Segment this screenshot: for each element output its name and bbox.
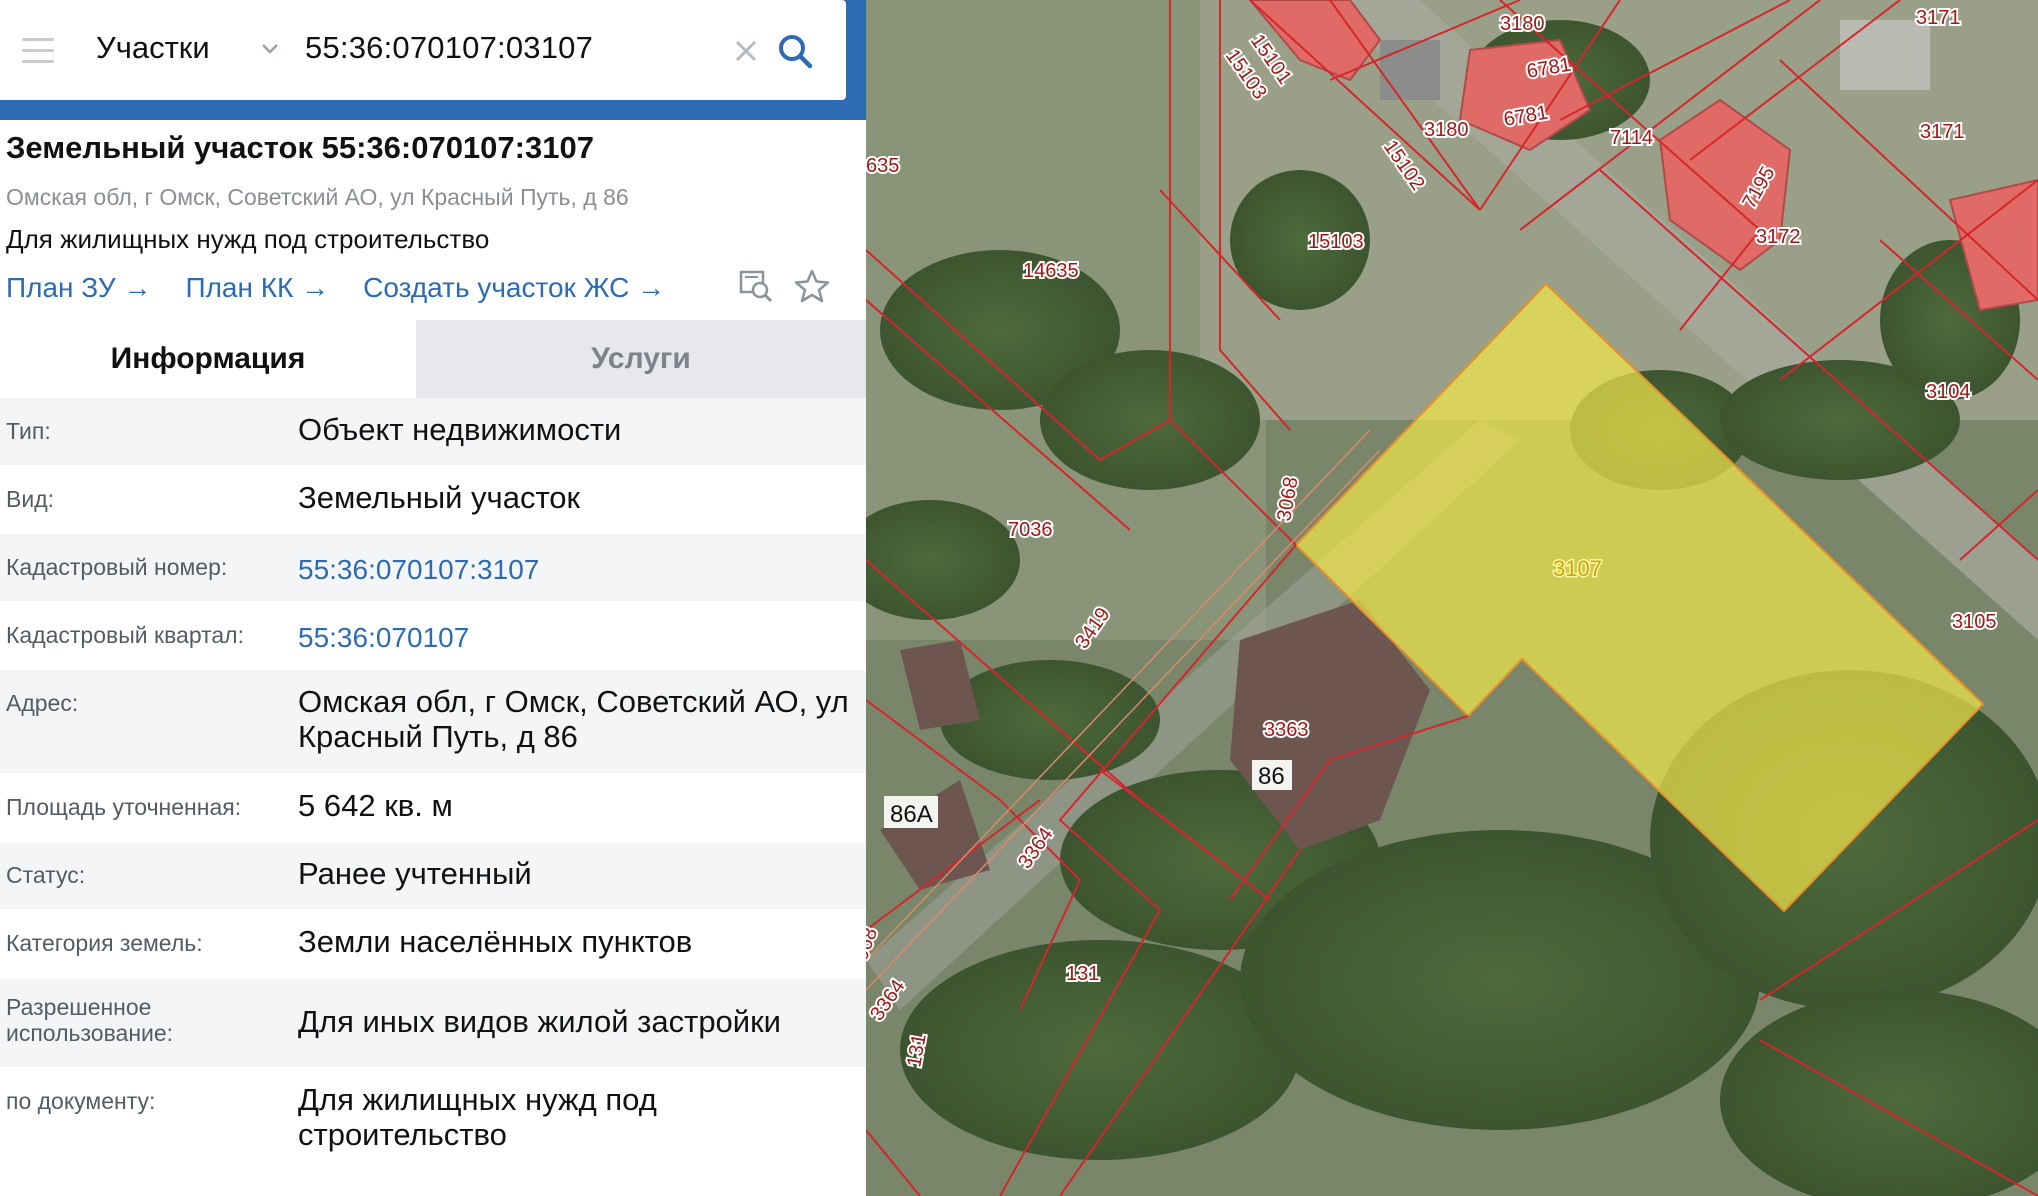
table-row: Статус: Ранее учтенный (0, 842, 866, 910)
star-icon[interactable] (794, 268, 830, 304)
menu-icon[interactable] (22, 38, 54, 64)
tab-info[interactable]: Информация (0, 320, 416, 398)
table-row: Вид: Земельный участок (0, 466, 866, 534)
search-bar-container: Участки 55:36:070107:03107 (0, 0, 866, 120)
svg-text:86: 86 (1258, 763, 1285, 790)
object-title: Земельный участок 55:36:070107:3107 (6, 130, 594, 165)
row-label: Адрес: (6, 690, 79, 716)
svg-text:3104: 3104 (1926, 381, 1971, 403)
cadastral-number-link[interactable]: 55:36:070107:3107 (298, 552, 858, 587)
svg-text:635: 635 (866, 155, 899, 177)
row-value: Для иных видов жилой застройки (298, 1004, 781, 1039)
object-header: Земельный участок 55:36:070107:3107 Омск… (0, 122, 866, 320)
svg-text:3171: 3171 (1920, 121, 1965, 143)
table-row: Адрес: Омская обл, г Омск, Советский АО,… (0, 670, 866, 774)
row-label: Тип: (6, 418, 51, 444)
action-links: План ЗУ → План КК → Создать участок ЖС → (6, 272, 665, 304)
svg-text:3172: 3172 (1756, 226, 1801, 248)
svg-text:131: 131 (1066, 963, 1099, 985)
row-label: по документу: (6, 1088, 156, 1114)
row-label: Вид: (6, 486, 54, 512)
table-row: по документу: Для жилищных нужд под стро… (0, 1068, 866, 1172)
row-label: Площадь уточненная: (6, 794, 242, 820)
svg-text:3180: 3180 (1500, 13, 1545, 35)
svg-text:15103: 15103 (1308, 231, 1364, 253)
row-value: Земли населённых пунктов (298, 924, 693, 959)
arrow-right-icon: → (123, 272, 152, 303)
table-row: Кадастровый номер: 55:36:070107:3107 (0, 534, 866, 602)
tabs: Информация Услуги (0, 320, 866, 398)
object-purpose: Для жилищных нужд под строительство (6, 224, 490, 254)
row-value: Для жилищных нужд под строительство (298, 1082, 657, 1152)
svg-text:7114: 7114 (1610, 127, 1653, 149)
house-number-86a: 86А (884, 796, 938, 828)
row-value: Земельный участок (298, 480, 581, 515)
svg-text:3171: 3171 (1916, 7, 1961, 29)
close-icon[interactable] (731, 36, 761, 66)
row-label: Статус: (6, 862, 86, 888)
table-row: Разрешенное использование: Для иных видо… (0, 978, 866, 1068)
row-label: Кадастровый квартал: (6, 622, 244, 648)
arrow-right-icon: → (301, 272, 330, 303)
header-icons (738, 268, 830, 304)
chevron-down-icon[interactable] (258, 36, 282, 60)
row-label: Кадастровый номер: (6, 554, 228, 580)
info-panel: Участки 55:36:070107:03107 Земельный уча… (0, 0, 866, 1196)
table-row: Кадастровый квартал: 55:36:070107 (0, 602, 866, 670)
cadastral-quarter-link[interactable]: 55:36:070107 (298, 620, 858, 655)
svg-text:3180: 3180 (1424, 119, 1469, 141)
svg-text:14635: 14635 (1023, 260, 1079, 282)
search-icon[interactable] (776, 32, 814, 70)
house-number-86: 86 (1252, 760, 1292, 790)
arrow-right-icon: → (637, 272, 666, 303)
row-value: Омская обл, г Омск, Советский АО, ул Кра… (298, 684, 849, 754)
search-bar: Участки 55:36:070107:03107 (0, 0, 846, 100)
info-table: Тип: Объект недвижимости Вид: Земельный … (0, 398, 866, 1172)
row-label: Категория земель: (6, 930, 203, 956)
row-value: Ранее учтенный (298, 856, 532, 891)
svg-text:3363: 3363 (1264, 719, 1309, 741)
row-label: Разрешенное использование: (6, 994, 174, 1046)
svg-text:7036: 7036 (1008, 519, 1053, 541)
plan-kk-link[interactable]: План КК → (185, 272, 329, 304)
svg-text:86А: 86А (890, 801, 933, 828)
svg-text:3105: 3105 (1952, 611, 1997, 633)
zoom-to-object-icon[interactable] (738, 268, 774, 304)
search-input[interactable]: 55:36:070107:03107 (305, 30, 593, 66)
row-value: Объект недвижимости (298, 412, 622, 447)
plan-zu-link[interactable]: План ЗУ → (6, 272, 151, 304)
table-row: Категория земель: Земли населённых пункт… (0, 910, 866, 978)
row-value: 5 642 кв. м (298, 788, 453, 823)
layer-select[interactable]: Участки (96, 30, 210, 66)
object-address: Омская обл, г Омск, Советский АО, ул Кра… (6, 184, 629, 210)
table-row: Площадь уточненная: 5 642 кв. м (0, 774, 866, 842)
tab-services[interactable]: Услуги (416, 320, 866, 398)
table-row: Тип: Объект недвижимости (0, 398, 866, 466)
selected-parcel-label: 3107 (1553, 556, 1602, 581)
create-parcel-link[interactable]: Создать участок ЖС → (363, 272, 665, 304)
